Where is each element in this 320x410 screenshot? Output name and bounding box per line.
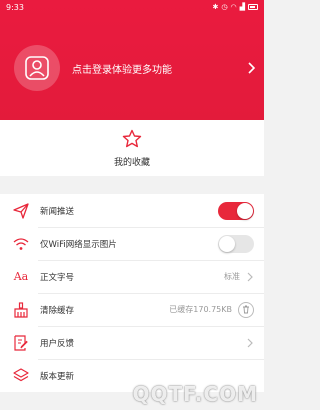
cache-size-value: 已缓存170.75KB (169, 305, 232, 314)
favorites-button[interactable]: 我的收藏 (0, 120, 264, 176)
send-icon (12, 202, 30, 220)
wifi-images-toggle[interactable] (218, 234, 254, 253)
bluetooth-icon: ✱ (212, 3, 219, 11)
user-icon (25, 56, 49, 80)
setting-label: 新闻推送 (40, 206, 75, 217)
battery-icon (248, 4, 258, 10)
watermark-logo: QQTF.COM (132, 382, 258, 406)
avatar[interactable] (14, 45, 60, 91)
setting-clear-cache[interactable]: 清除缓存 已缓存170.75KB (0, 293, 264, 326)
setting-feedback[interactable]: 用户反馈 (0, 326, 264, 359)
setting-wifi-images[interactable]: 仅WiFi网络显示图片 (0, 227, 264, 260)
setting-label: 仅WiFi网络显示图片 (40, 239, 117, 250)
chevron-right-icon (247, 338, 253, 347)
settings-list: 新闻推送 仅WiFi网络显示图片 Aa 正文字号 标准 清除缓存 已缓存170.… (0, 194, 264, 392)
setting-label: 清除缓存 (40, 305, 75, 316)
setting-font-size[interactable]: Aa 正文字号 标准 (0, 260, 264, 293)
login-prompt[interactable]: 点击登录体验更多功能 (72, 61, 246, 76)
star-icon (122, 129, 142, 147)
setting-label: 版本更新 (40, 371, 75, 382)
broom-icon (12, 301, 30, 319)
trash-icon[interactable] (238, 301, 254, 318)
favorites-label: 我的收藏 (113, 157, 150, 168)
setting-label: 正文字号 (40, 272, 75, 283)
status-time: 9:33 (6, 2, 24, 12)
login-entry[interactable]: 点击登录体验更多功能 (14, 44, 256, 92)
wifi-status-icon: ◠ (230, 3, 237, 11)
wifi-icon (12, 235, 30, 253)
status-icons: ✱ ◷ ◠ ▟ (213, 3, 258, 11)
chevron-right-icon[interactable] (246, 61, 256, 75)
chevron-right-icon (247, 272, 253, 281)
layers-icon (12, 367, 30, 385)
setting-news-push[interactable]: 新闻推送 (0, 194, 264, 227)
status-bar: 9:33 ✱ ◷ ◠ ▟ (0, 0, 264, 14)
font-size-value: 标准 (224, 272, 240, 281)
feedback-icon (12, 334, 30, 352)
news-push-toggle[interactable] (218, 201, 254, 220)
font-size-icon: Aa (13, 270, 29, 283)
alarm-icon: ◷ (221, 3, 228, 11)
signal-icon: ▟ (239, 3, 245, 11)
profile-header: 9:33 ✱ ◷ ◠ ▟ 点击登录体验更多功能 (0, 0, 264, 120)
setting-label: 用户反馈 (40, 338, 75, 349)
